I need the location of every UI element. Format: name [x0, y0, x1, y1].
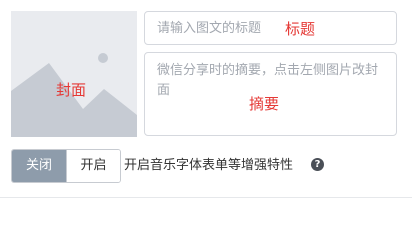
- divider: [0, 197, 412, 198]
- title-field: 标题: [144, 11, 397, 45]
- summary-field: 摘要: [144, 52, 397, 136]
- cover-image-picker[interactable]: 封面: [11, 11, 137, 137]
- article-editor-form: 封面 标题 摘要 关闭 开启 开启音乐字体表单等增强特性 ?: [0, 0, 412, 200]
- feature-toggle: 关闭 开启: [11, 149, 121, 183]
- question-circle-icon[interactable]: ?: [311, 158, 324, 171]
- title-input[interactable]: [145, 12, 396, 44]
- toggle-on-button[interactable]: 开启: [66, 150, 120, 182]
- cover-label: 封面: [56, 81, 87, 99]
- toggle-off-button[interactable]: 关闭: [12, 150, 66, 182]
- feature-description: 开启音乐字体表单等增强特性: [124, 158, 294, 173]
- summary-input[interactable]: [145, 53, 396, 135]
- image-placeholder-icon: [11, 11, 137, 137]
